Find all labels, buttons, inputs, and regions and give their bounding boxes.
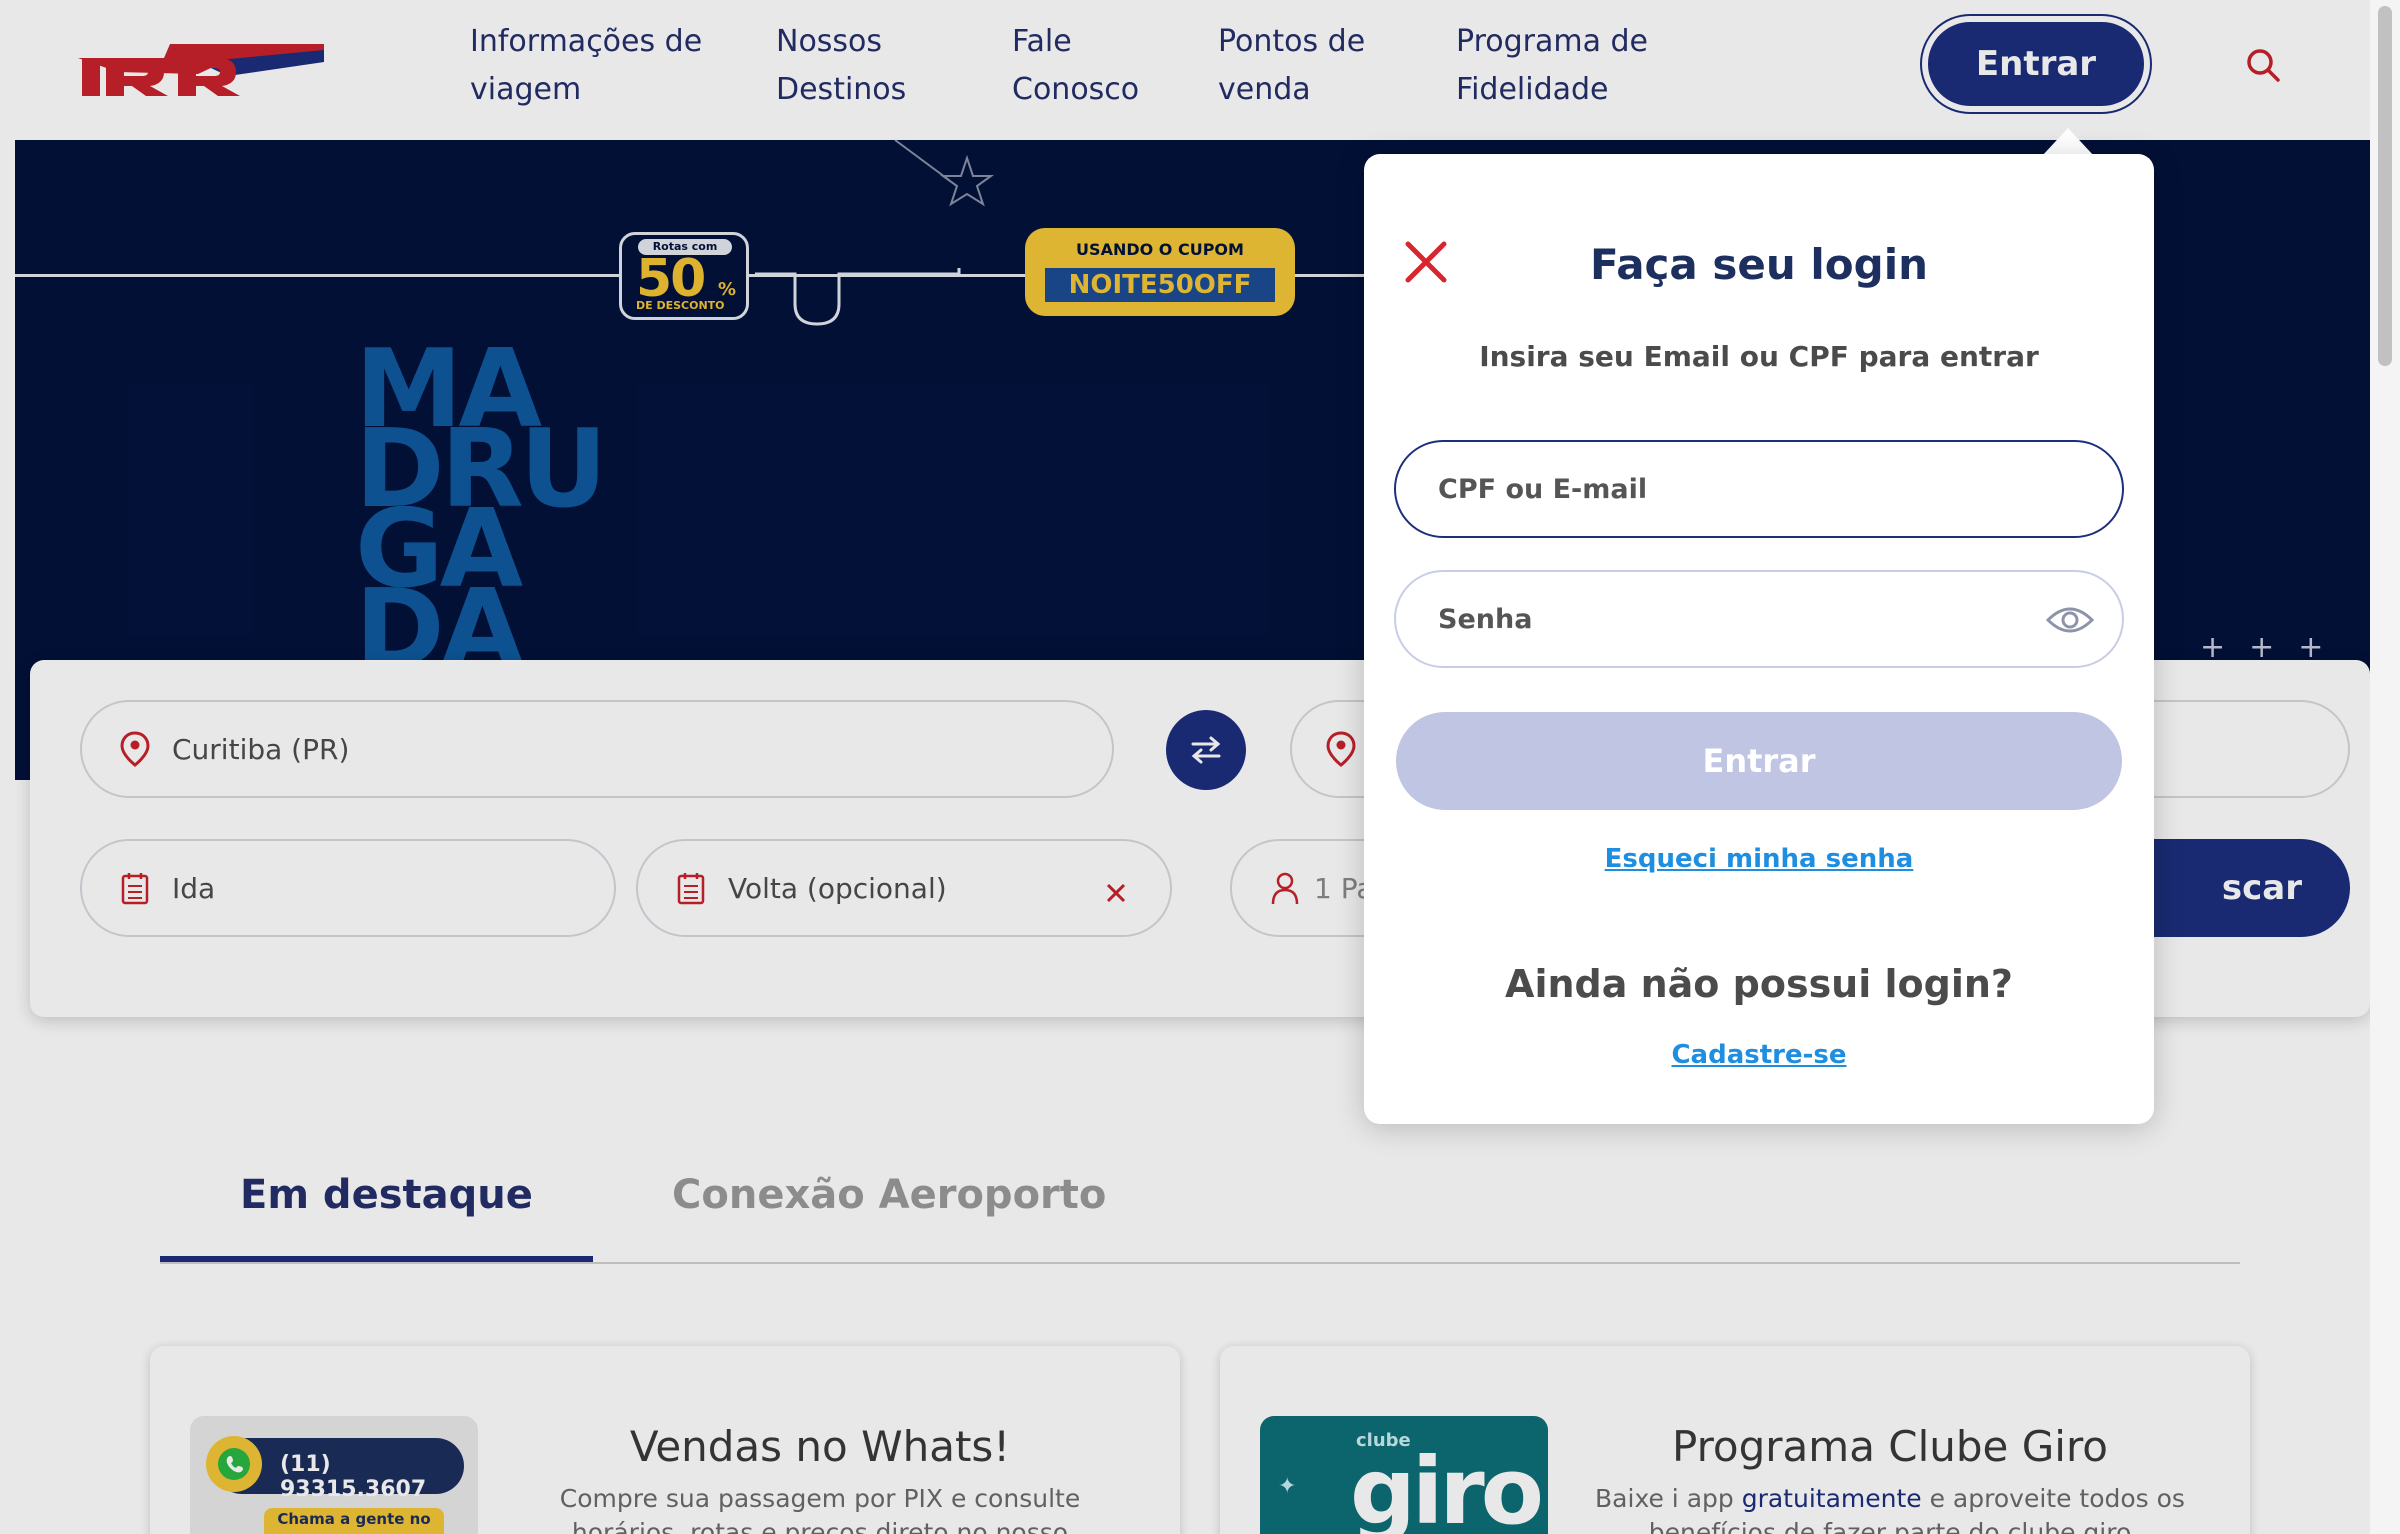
password-field[interactable]: [1394, 570, 2124, 668]
login-submit-button[interactable]: Entrar: [1396, 712, 2122, 810]
eye-icon[interactable]: [2046, 604, 2094, 636]
forgot-password-link[interactable]: Esqueci minha senha: [1605, 844, 1914, 874]
popover-arrow: [2042, 128, 2094, 156]
login-popover: Faça seu login Insira seu Email ou CPF p…: [1364, 154, 2154, 1124]
email-input[interactable]: [1438, 473, 2038, 505]
forgot-password-container: Esqueci minha senha: [1364, 844, 2154, 874]
email-field[interactable]: [1394, 440, 2124, 538]
password-input[interactable]: [1438, 603, 2038, 635]
register-link[interactable]: Cadastre-se: [1671, 1040, 1846, 1070]
page-scrollbar[interactable]: [2370, 0, 2400, 1534]
no-account-heading: Ainda não possui login?: [1505, 962, 2013, 1006]
login-subtitle: Insira seu Email ou CPF para entrar: [1479, 340, 2039, 373]
scrollbar-thumb[interactable]: [2378, 6, 2392, 366]
register-container: Cadastre-se: [1364, 1040, 2154, 1070]
login-title: Faça seu login: [1589, 240, 1929, 289]
